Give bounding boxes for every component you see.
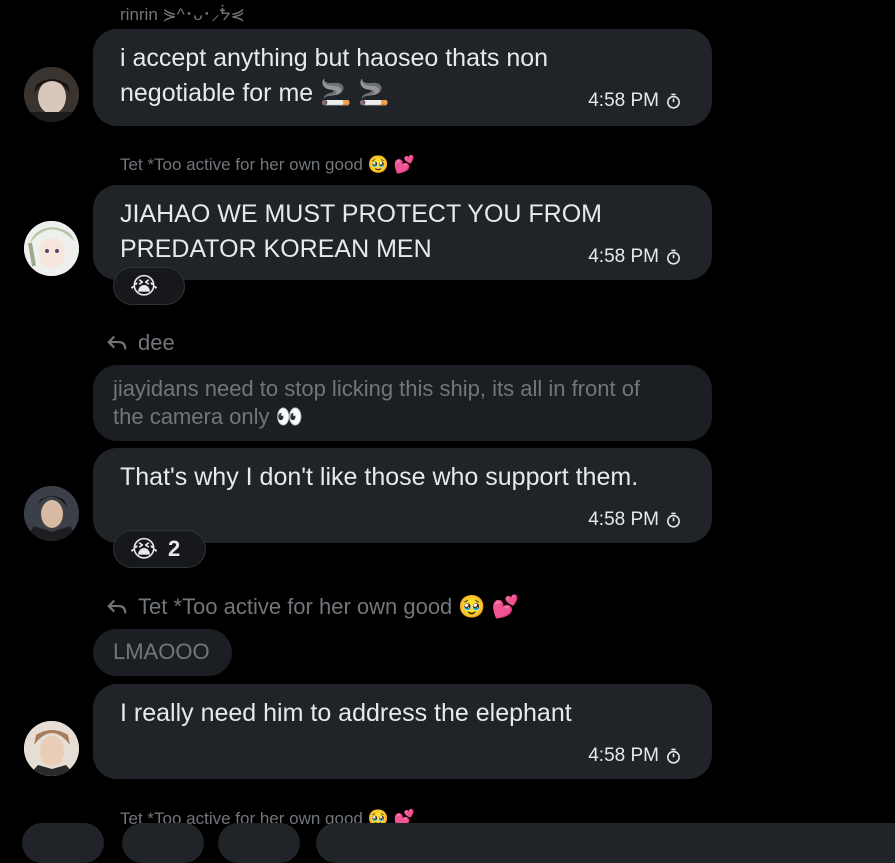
crying-face-icon: 😭: [130, 272, 159, 300]
reply-to-name: dee: [138, 330, 175, 355]
sender-avatar[interactable]: [24, 721, 79, 776]
avatar-image: [24, 67, 79, 122]
message-text: i accept anything but haoseo thats non: [120, 44, 549, 72]
sender-avatar[interactable]: [24, 221, 79, 276]
message-bubble[interactable]: i accept anything but haoseo thats non n…: [93, 29, 712, 126]
reply-header: dee: [106, 330, 175, 356]
time-text: 4:58 PM: [588, 745, 659, 766]
message-time: 4:58 PM: [588, 745, 682, 767]
reply-to-name: Tet *Too active for her own good 🥹 💕: [138, 594, 520, 619]
disappearing-timer-icon: [667, 748, 680, 764]
reply-header: Tet *Too active for her own good 🥹 💕: [106, 594, 519, 620]
time-text: 4:58 PM: [588, 90, 659, 111]
disappearing-timer-icon: [667, 249, 680, 265]
toolbar-button[interactable]: [22, 823, 104, 863]
message-composer[interactable]: [316, 823, 895, 863]
message-text: I really need him to address the elephan…: [120, 699, 572, 727]
quoted-message[interactable]: jiayidans need to stop licking this ship…: [93, 365, 712, 441]
avatar-image: [24, 721, 79, 776]
sender-avatar[interactable]: [24, 486, 79, 541]
reaction-pill[interactable]: 😭 2: [113, 530, 206, 568]
message-text: negotiable for me 🚬 🚬: [120, 79, 390, 107]
reply-arrow-icon: [107, 599, 127, 614]
crying-face-icon: 😭: [130, 535, 159, 563]
toolbar-button[interactable]: [122, 823, 204, 863]
avatar-image: [24, 486, 79, 541]
message-time: 4:58 PM: [588, 246, 682, 268]
message-sender: rinrin ⋟^･ᴗ･⸝ᖭ⋞: [120, 5, 245, 24]
reply-arrow-icon: [107, 335, 127, 350]
avatar-image: [24, 221, 79, 276]
time-text: 4:58 PM: [588, 509, 659, 530]
message-bubble[interactable]: JIAHAO WE MUST PROTECT YOU FROM PREDATOR…: [93, 185, 712, 280]
sender-avatar[interactable]: [24, 67, 79, 122]
toolbar-button[interactable]: [218, 823, 300, 863]
message-time: 4:58 PM: [588, 90, 682, 112]
reaction-pill[interactable]: 😭: [113, 267, 185, 305]
disappearing-timer-icon: [667, 512, 680, 528]
message-time: 4:58 PM: [588, 509, 682, 531]
message-sender: Tet *Too active for her own good 🥹 💕: [120, 155, 415, 174]
quoted-text: the camera only 👀: [113, 404, 304, 429]
message-bubble[interactable]: I really need him to address the elephan…: [93, 684, 712, 779]
disappearing-timer-icon: [667, 93, 680, 109]
quoted-text: jiayidans need to stop licking this ship…: [113, 376, 641, 401]
message-text: That's why I don't like those who suppor…: [120, 463, 639, 491]
message-text: PREDATOR KOREAN MEN: [120, 235, 432, 263]
quoted-text: LMAOOO: [113, 639, 210, 664]
quoted-message[interactable]: LMAOOO: [93, 629, 232, 676]
message-text: JIAHAO WE MUST PROTECT YOU FROM: [120, 200, 602, 228]
message-bubble[interactable]: That's why I don't like those who suppor…: [93, 448, 712, 543]
time-text: 4:58 PM: [588, 246, 659, 267]
reaction-count: 2: [168, 536, 181, 561]
